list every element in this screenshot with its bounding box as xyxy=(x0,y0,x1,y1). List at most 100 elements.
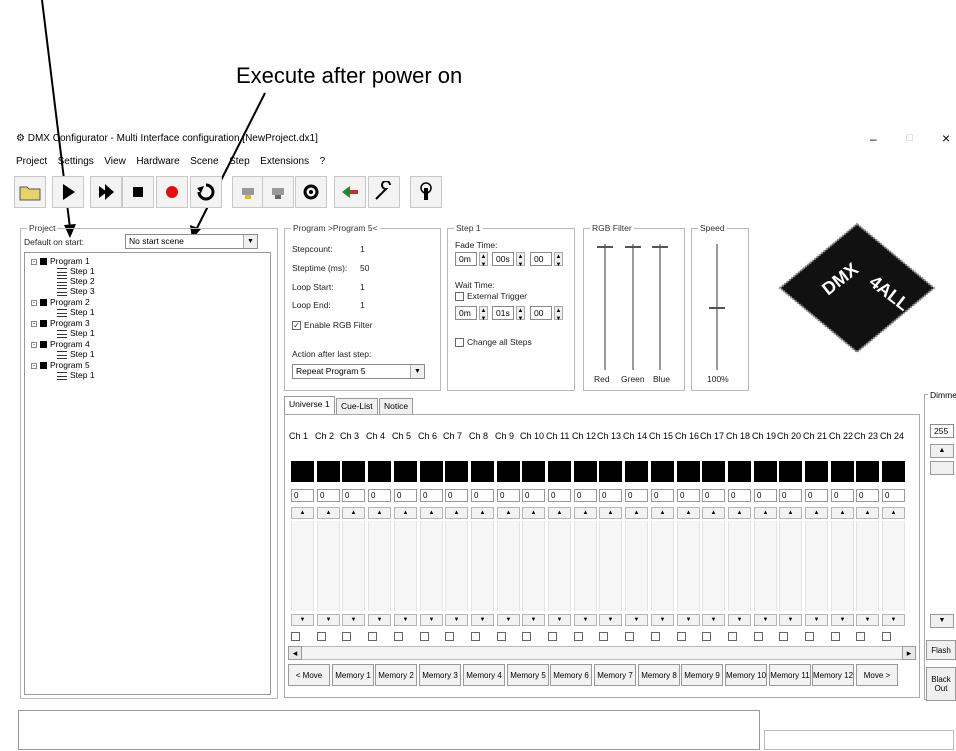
channel-up-button[interactable]: ▲ xyxy=(805,507,828,519)
channel-value-field[interactable]: 0 xyxy=(420,489,443,502)
channel-fader-track[interactable] xyxy=(754,521,777,611)
channel-fader-track[interactable] xyxy=(342,521,365,611)
fade-minutes-field[interactable]: 0m xyxy=(455,252,477,266)
tree-step[interactable]: Step 1 xyxy=(57,266,95,276)
channel-fader-track[interactable] xyxy=(574,521,597,611)
channel-value-field[interactable]: 0 xyxy=(342,489,365,502)
channel-fader-track[interactable] xyxy=(497,521,520,611)
channel-fader-track[interactable] xyxy=(317,521,340,611)
wait-minutes-field[interactable]: 0m xyxy=(455,306,477,320)
channel-fader-track[interactable] xyxy=(779,521,802,611)
channel-value-field[interactable]: 0 xyxy=(805,489,828,502)
channel-down-button[interactable]: ▼ xyxy=(831,614,854,626)
external-trigger-checkbox[interactable]: External Trigger xyxy=(455,291,527,302)
channel-select-checkbox[interactable] xyxy=(394,632,403,641)
channel-select-checkbox[interactable] xyxy=(522,632,531,641)
speed-slider-handle[interactable] xyxy=(709,307,725,309)
channel-down-button[interactable]: ▼ xyxy=(548,614,571,626)
channel-fader-track[interactable] xyxy=(625,521,648,611)
channel-select-checkbox[interactable] xyxy=(342,632,351,641)
scroll-left-button[interactable]: ◂ xyxy=(288,646,302,660)
channel-select-checkbox[interactable] xyxy=(368,632,377,641)
maximize-button[interactable]: □ xyxy=(906,132,913,144)
channel-value-field[interactable]: 0 xyxy=(651,489,674,502)
channel-select-checkbox[interactable] xyxy=(677,632,686,641)
menu-scene[interactable]: Scene xyxy=(190,156,218,167)
dimmer-down-button[interactable]: ▼ xyxy=(930,614,954,628)
channel-up-button[interactable]: ▲ xyxy=(471,507,494,519)
channel-value-field[interactable]: 0 xyxy=(291,489,314,502)
start-scene-dropdown[interactable]: No start scene ▼ xyxy=(125,234,258,249)
channel-down-button[interactable]: ▼ xyxy=(702,614,725,626)
fade-minutes-spinner[interactable]: ▲ ▼ xyxy=(479,252,488,268)
dimmer-value-field[interactable]: 255 xyxy=(930,424,954,438)
channel-fader-track[interactable] xyxy=(651,521,674,611)
channel-select-checkbox[interactable] xyxy=(702,632,711,641)
channel-up-button[interactable]: ▲ xyxy=(856,507,879,519)
tree-step[interactable]: Step 3 xyxy=(57,286,95,296)
tree-program[interactable]: - Program 4 xyxy=(31,339,90,349)
channel-value-field[interactable]: 0 xyxy=(317,489,340,502)
channel-value-field[interactable]: 0 xyxy=(856,489,879,502)
memory-button[interactable]: Memory 10 xyxy=(725,664,767,686)
memory-button[interactable]: Memory 8 xyxy=(638,664,680,686)
channel-up-button[interactable]: ▲ xyxy=(599,507,622,519)
channel-down-button[interactable]: ▼ xyxy=(574,614,597,626)
channel-down-button[interactable]: ▼ xyxy=(497,614,520,626)
channel-up-button[interactable]: ▲ xyxy=(574,507,597,519)
enable-rgb-filter-checkbox[interactable]: ✓ Enable RGB Filter xyxy=(292,320,373,331)
channel-down-button[interactable]: ▼ xyxy=(805,614,828,626)
channel-up-button[interactable]: ▲ xyxy=(625,507,648,519)
channel-up-button[interactable]: ▲ xyxy=(651,507,674,519)
tree-program[interactable]: - Program 1 xyxy=(31,256,90,266)
action-after-last-step-dropdown[interactable]: Repeat Program 5 ▼ xyxy=(292,364,425,379)
channel-fader-track[interactable] xyxy=(831,521,854,611)
blackout-button[interactable]: Black Out xyxy=(926,667,956,701)
channel-value-field[interactable]: 0 xyxy=(882,489,905,502)
channel-fader-track[interactable] xyxy=(677,521,700,611)
channel-value-field[interactable]: 0 xyxy=(625,489,648,502)
channel-down-button[interactable]: ▼ xyxy=(754,614,777,626)
channel-fader-track[interactable] xyxy=(420,521,443,611)
channel-select-checkbox[interactable] xyxy=(805,632,814,641)
red-slider-track[interactable] xyxy=(604,244,606,370)
green-slider-track[interactable] xyxy=(632,244,634,370)
touch-icon[interactable] xyxy=(410,176,442,208)
menu-hardware[interactable]: Hardware xyxy=(136,156,179,167)
channel-up-button[interactable]: ▲ xyxy=(779,507,802,519)
channel-fader-track[interactable] xyxy=(471,521,494,611)
minimize-button[interactable]: – xyxy=(870,132,877,146)
channel-select-checkbox[interactable] xyxy=(497,632,506,641)
channel-down-button[interactable]: ▼ xyxy=(856,614,879,626)
lamp-icon[interactable] xyxy=(232,176,264,208)
channel-down-button[interactable]: ▼ xyxy=(728,614,751,626)
channel-down-button[interactable]: ▼ xyxy=(599,614,622,626)
channel-up-button[interactable]: ▲ xyxy=(394,507,417,519)
menu-extensions[interactable]: Extensions xyxy=(260,156,309,167)
wait-frames-spinner[interactable]: ▲ ▼ xyxy=(554,306,563,322)
channel-value-field[interactable]: 0 xyxy=(574,489,597,502)
tree-program[interactable]: - Program 2 xyxy=(31,297,90,307)
tree-program[interactable]: - Program 5 xyxy=(31,360,90,370)
green-slider-handle[interactable] xyxy=(625,246,641,248)
memory-button[interactable]: Memory 9 xyxy=(681,664,723,686)
channel-select-checkbox[interactable] xyxy=(728,632,737,641)
channel-select-checkbox[interactable] xyxy=(831,632,840,641)
channel-down-button[interactable]: ▼ xyxy=(342,614,365,626)
channel-fader-track[interactable] xyxy=(728,521,751,611)
channel-up-button[interactable]: ▲ xyxy=(677,507,700,519)
memory-button[interactable]: Memory 1 xyxy=(332,664,374,686)
menu-help[interactable]: ? xyxy=(320,156,326,167)
gear-icon[interactable] xyxy=(295,176,327,208)
menu-view[interactable]: View xyxy=(104,156,126,167)
channel-down-button[interactable]: ▼ xyxy=(471,614,494,626)
channel-select-checkbox[interactable] xyxy=(317,632,326,641)
channel-value-field[interactable]: 0 xyxy=(754,489,777,502)
change-all-steps-checkbox[interactable]: Change all Steps xyxy=(455,337,532,348)
channel-up-button[interactable]: ▲ xyxy=(368,507,391,519)
channel-select-checkbox[interactable] xyxy=(651,632,660,641)
repeat-icon[interactable] xyxy=(190,176,222,208)
channel-fader-track[interactable] xyxy=(445,521,468,611)
channel-value-field[interactable]: 0 xyxy=(548,489,571,502)
dimmer-up-button[interactable]: ▲ xyxy=(930,444,954,458)
